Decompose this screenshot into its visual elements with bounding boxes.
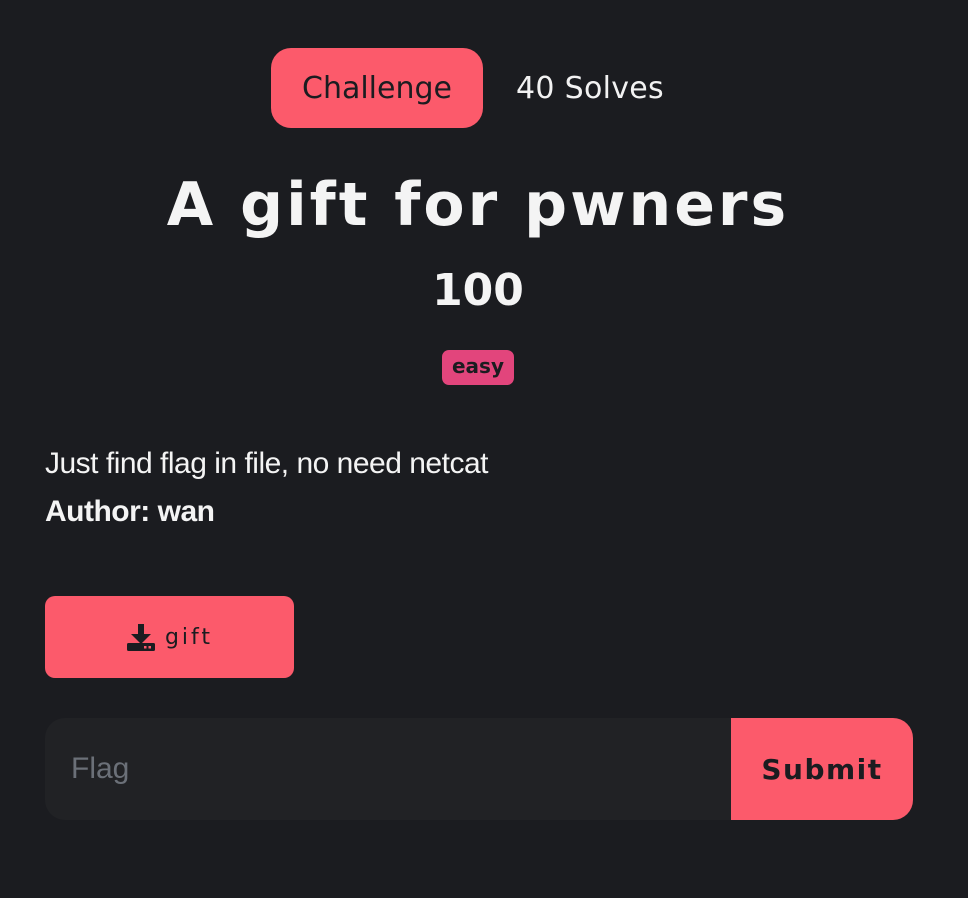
flag-input[interactable] (45, 718, 731, 820)
challenge-tags: easy (0, 350, 956, 385)
challenge-points: 100 (432, 265, 524, 316)
challenge-modal: Challenge 40 Solves A gift for pwners 10… (0, 0, 968, 898)
description-text: Just find flag in file, no need netcat (45, 447, 488, 480)
file-name-label: gift (164, 624, 214, 650)
download-icon (126, 622, 156, 652)
challenge-tabs: Challenge 40 Solves (271, 48, 664, 128)
file-download-button[interactable]: gift (45, 596, 294, 678)
tab-solves-label: 40 Solves (516, 70, 664, 106)
submit-button[interactable]: Submit (731, 718, 913, 820)
flag-submit-form: Submit (45, 718, 913, 820)
tab-challenge-label: Challenge (302, 70, 452, 106)
challenge-title: A gift for pwners (166, 170, 790, 240)
tab-solves[interactable]: 40 Solves (516, 71, 664, 106)
author-text: Author: wan (45, 495, 215, 528)
difficulty-badge: easy (441, 350, 514, 385)
challenge-description: Just find flag in file, no need netcat A… (45, 440, 488, 536)
tab-challenge[interactable]: Challenge (271, 48, 483, 128)
